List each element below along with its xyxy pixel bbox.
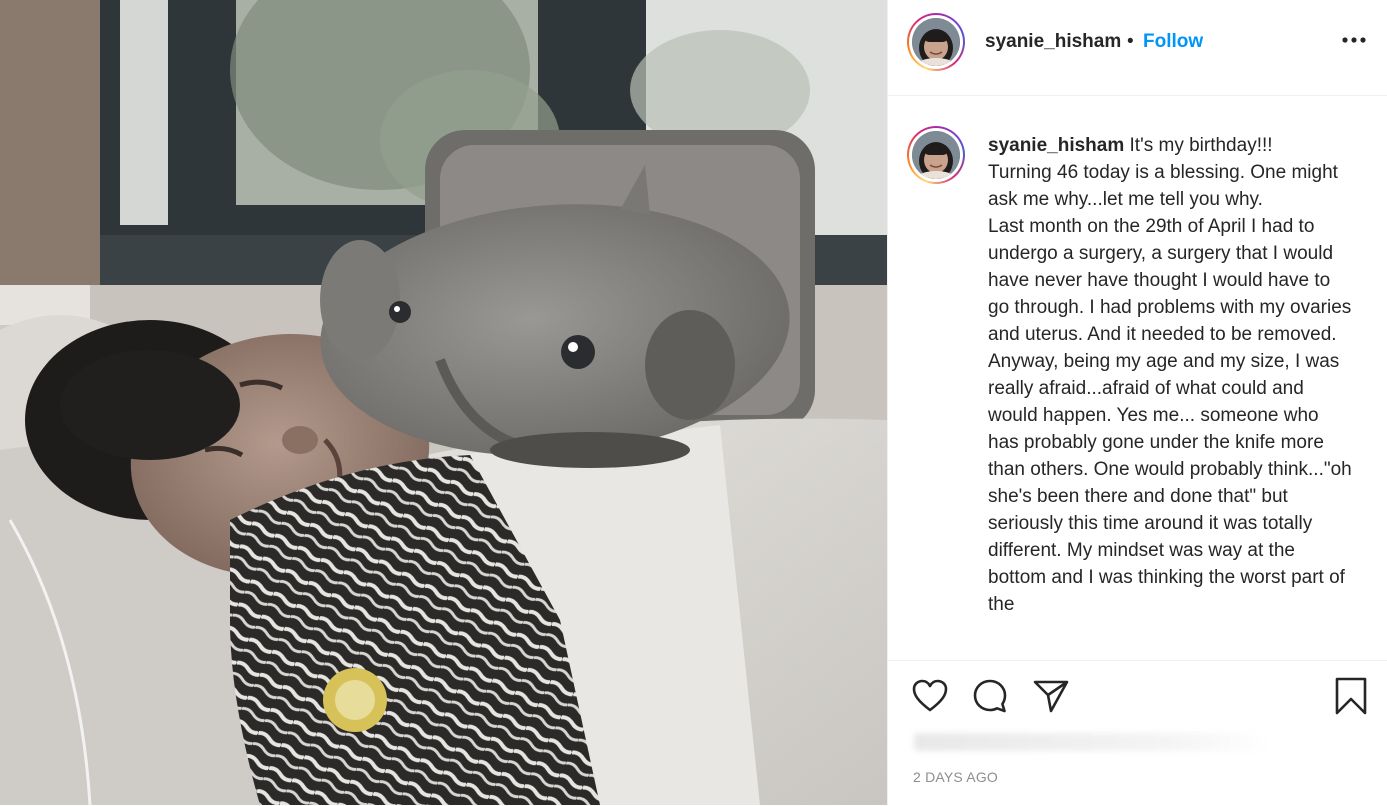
post-sidebar: syanie_hisham • Follow syanie_hisham It'… <box>887 0 1387 805</box>
heart-icon[interactable] <box>912 679 948 717</box>
follow-button[interactable]: Follow <box>1143 31 1203 53</box>
post-header: syanie_hisham • Follow <box>888 0 1387 96</box>
avatar-image <box>912 131 960 179</box>
send-icon[interactable] <box>1033 679 1069 717</box>
caption-text: It's my birthday!!! Turning 46 today is … <box>988 135 1352 615</box>
post-photo[interactable] <box>0 0 887 805</box>
likes-count-redacted <box>914 733 1274 751</box>
bookmark-icon[interactable] <box>1334 677 1368 719</box>
action-bar: 2 DAYS AGO <box>888 660 1387 806</box>
comment-icon[interactable] <box>972 678 1008 718</box>
separator-dot: • <box>1127 31 1134 52</box>
avatar[interactable] <box>907 13 965 71</box>
avatar-image <box>912 18 960 66</box>
post-timestamp[interactable]: 2 DAYS AGO <box>913 769 998 785</box>
caption-avatar[interactable] <box>907 126 965 184</box>
caption-section: syanie_hisham It's my birthday!!! Turnin… <box>888 96 1387 659</box>
more-options-icon[interactable] <box>1340 30 1368 50</box>
caption-username[interactable]: syanie_hisham <box>988 135 1124 156</box>
post-username[interactable]: syanie_hisham <box>985 31 1121 53</box>
post-caption: syanie_hisham It's my birthday!!! Turnin… <box>988 132 1353 618</box>
post-image <box>0 0 887 805</box>
